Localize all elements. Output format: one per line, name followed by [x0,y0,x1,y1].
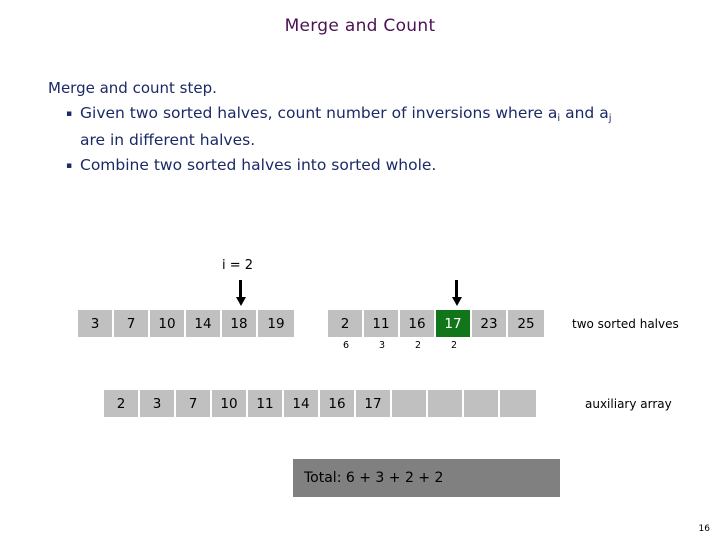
inversion-count-value: 2 [450,340,458,351]
inversion-counts-row: 6 3 2 2 [328,340,472,351]
body-text-block: Merge and count step. ▪ Given two sorted… [48,78,698,179]
aux-cell: 3 [140,390,176,417]
inversion-count-value: 3 [378,340,386,351]
right-half-cell: 25 [508,310,544,337]
aux-cell: 2 [104,390,140,417]
bullet-1-segment-1: Given two sorted halves, count number of… [80,104,558,122]
bullet-1-line2: are in different halves. [80,131,256,149]
label-auxiliary-array: auxiliary array [585,397,672,411]
arrow-head [451,297,462,306]
array-left-half: 3 7 10 14 18 19 [78,310,294,337]
arrow-head [235,297,246,306]
aux-cell: 14 [284,390,320,417]
left-half-cell: 7 [114,310,150,337]
inversion-count-value: 2 [414,340,422,351]
aux-cell [464,390,500,417]
total-box: Total: 6 + 3 + 2 + 2 [293,459,560,497]
down-arrow-icon-j [451,280,462,306]
bullet-1-segment-2: and a [560,104,609,122]
array-right-half: 2 11 16 17 23 25 [328,310,544,337]
left-half-cell: 19 [258,310,294,337]
right-half-cell: 17 [436,310,472,337]
left-half-cell: 14 [186,310,222,337]
array-auxiliary: 2 3 7 10 11 14 16 17 [104,390,536,417]
right-half-cell: 16 [400,310,436,337]
aux-cell [500,390,536,417]
slide-number: 16 [698,524,710,534]
bullet-marker-icon: ▪ [66,109,73,119]
left-half-cell: 18 [222,310,258,337]
right-half-cell: 23 [472,310,508,337]
right-half-cell: 2 [328,310,364,337]
aux-cell: 7 [176,390,212,417]
aux-cell: 17 [356,390,392,417]
lead-line: Merge and count step. [48,79,217,97]
aux-cell: 16 [320,390,356,417]
down-arrow-icon-i [235,280,246,306]
aux-cell: 10 [212,390,248,417]
aux-cell: 11 [248,390,284,417]
left-half-cell: 10 [150,310,186,337]
inversion-count-value: 6 [342,340,350,351]
pointer-label-i: i = 2 [222,258,254,273]
aux-cell [392,390,428,417]
left-half-cell: 3 [78,310,114,337]
label-two-sorted-halves: two sorted halves [572,317,679,331]
bullet-1-subscript-j: j [608,113,612,124]
bullet-text-2: Combine two sorted halves into sorted wh… [80,156,437,174]
page-title: Merge and Count [284,16,436,36]
right-half-cell: 11 [364,310,400,337]
bullet-marker-icon: ▪ [66,161,73,171]
bullet-text-1: Given two sorted halves, count number of… [80,101,611,152]
bullet-item-1: ▪ Given two sorted halves, count number … [66,101,698,152]
slide-canvas: Merge and Count Merge and count step. ▪ … [0,0,720,540]
total-text: Total: 6 + 3 + 2 + 2 [304,470,444,486]
bullet-1-subscript-i: i [557,113,561,124]
bullet-item-2: ▪ Combine two sorted halves into sorted … [66,153,698,178]
aux-cell [428,390,464,417]
